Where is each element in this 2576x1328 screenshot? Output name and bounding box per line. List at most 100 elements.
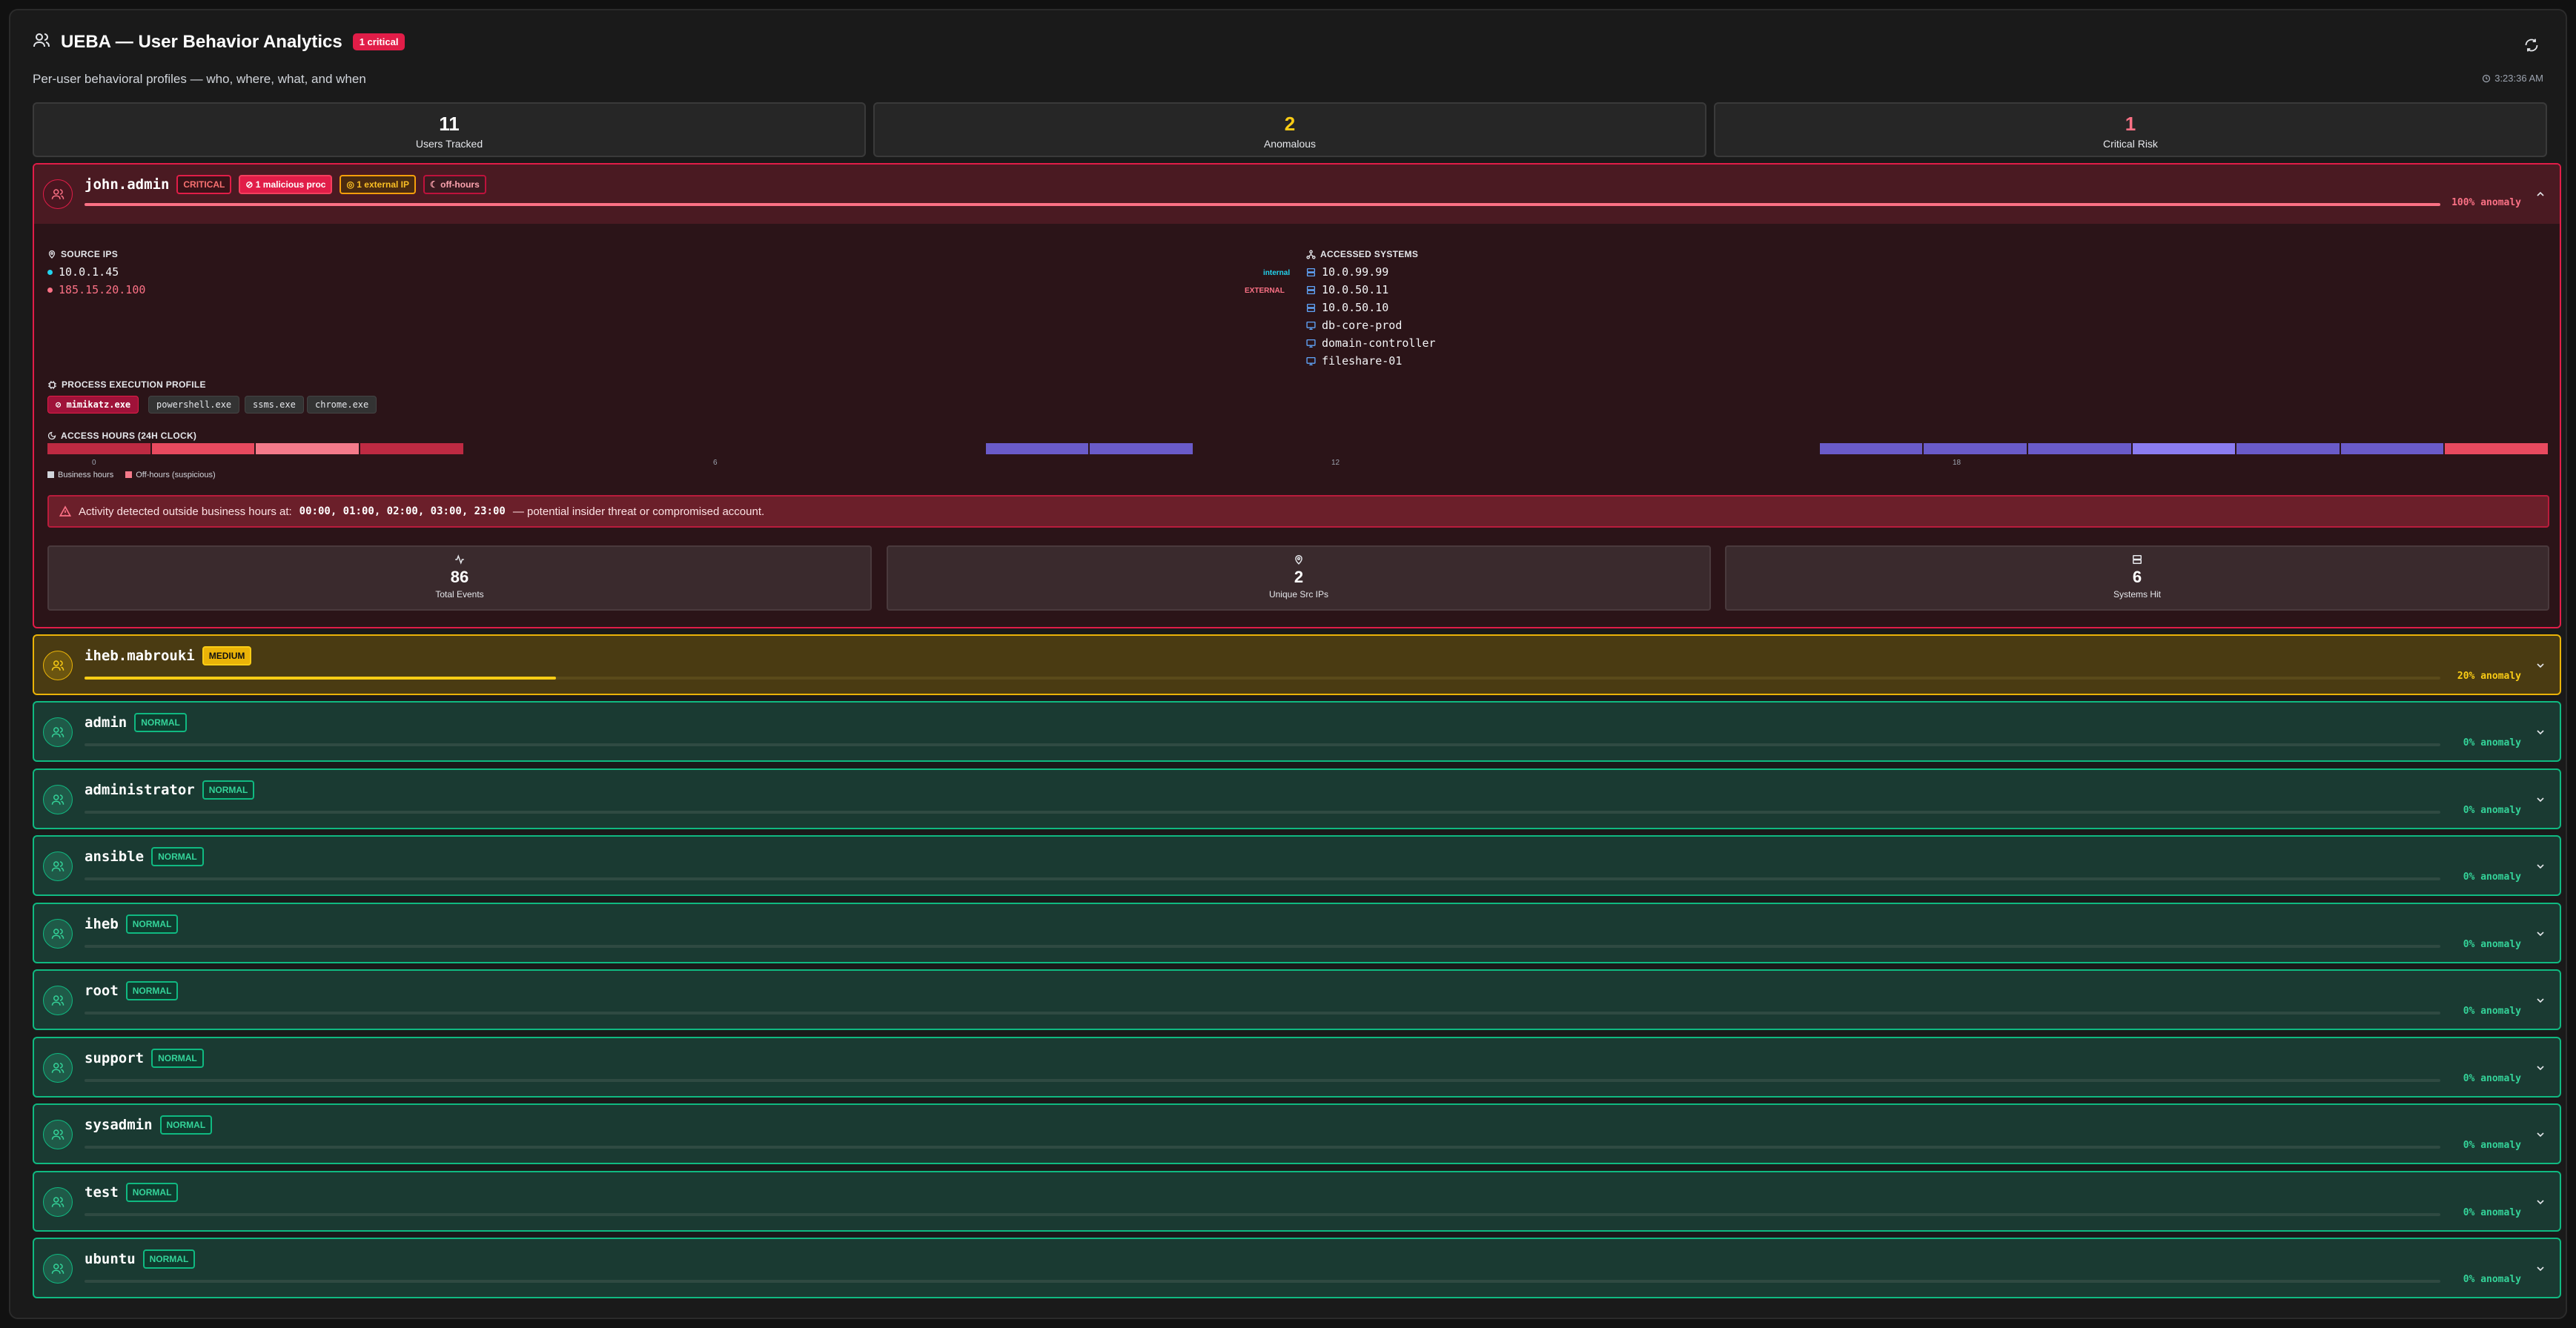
- users-icon: [51, 1196, 64, 1207]
- expand-button[interactable]: [2533, 993, 2548, 1008]
- monitor-icon: [1306, 339, 1316, 348]
- chevron-up-icon: [2537, 191, 2544, 196]
- system-name: fileshare-01: [1322, 354, 1403, 368]
- anomaly-bar: [85, 203, 2440, 206]
- process-name: mimikatz.exe: [66, 399, 131, 410]
- stat-label: Users Tracked: [415, 138, 483, 150]
- anomaly-percent: 20% anomaly: [2457, 671, 2521, 682]
- user-row-ansible[interactable]: ansible NORMAL 0% anomaly: [33, 835, 2561, 896]
- refresh-icon: [2525, 39, 2538, 52]
- source-ips-title: SOURCE IPS: [47, 249, 118, 259]
- system-name: domain-controller: [1322, 336, 1436, 350]
- process-profile-title-text: PROCESS EXECUTION PROFILE: [62, 379, 206, 390]
- system-name: 10.0.50.10: [1322, 301, 1389, 314]
- collapse-button[interactable]: [2533, 187, 2548, 202]
- username: iheb NORMAL: [85, 914, 179, 934]
- user-row-header[interactable]: [34, 165, 2560, 224]
- anomaly-percent: 0% anomaly: [2463, 1140, 2521, 1151]
- risk-badge: CRITICAL: [176, 175, 232, 194]
- anomaly-bar: [85, 743, 2440, 746]
- expand-button[interactable]: [2533, 792, 2548, 807]
- user-row-administrator[interactable]: administrator NORMAL 0% anomaly: [33, 768, 2561, 829]
- users-icon: [51, 727, 64, 737]
- stat-label: Anomalous: [1263, 138, 1317, 150]
- username-text: iheb.mabrouki: [85, 648, 195, 664]
- accessed-systems-title: ACCESSED SYSTEMS: [1306, 249, 1418, 259]
- hours-legend: Business hours Off-hours (suspicious): [47, 471, 216, 479]
- chevron-down-icon: [2537, 864, 2544, 869]
- expand-button[interactable]: [2533, 1127, 2548, 1142]
- username: administrator NORMAL: [85, 780, 255, 800]
- metric-value: 86: [450, 568, 469, 586]
- risk-badge: NORMAL: [125, 914, 179, 934]
- username-text: admin: [85, 714, 128, 731]
- user-avatar: [43, 784, 73, 814]
- expand-button[interactable]: [2533, 1195, 2548, 1209]
- anomaly-bar-fill: [85, 677, 556, 680]
- ip-address: 185.15.20.100: [59, 283, 146, 296]
- anomaly-bar: [85, 1146, 2440, 1149]
- hour-cell: [256, 443, 359, 454]
- alert-prefix: Activity detected outside business hours…: [79, 505, 292, 518]
- clock-icon: [2483, 74, 2491, 82]
- hour-tick: 12: [1331, 459, 1340, 467]
- username: root NORMAL: [85, 981, 179, 1000]
- risk-badge: NORMAL: [134, 713, 187, 732]
- risk-badge: NORMAL: [125, 1182, 179, 1202]
- expand-button[interactable]: [2533, 1060, 2548, 1075]
- timestamp: 3:23:36 AM: [2494, 73, 2543, 84]
- server-icon: [1306, 303, 1316, 312]
- malicious-proc-badge: ⊘ 1 malicious proc: [239, 175, 333, 194]
- username: ansible NORMAL: [85, 847, 204, 866]
- legend-business-text: Business hours: [58, 471, 114, 479]
- anomaly-percent: 0% anomaly: [2463, 1274, 2521, 1285]
- anomaly-bar: [85, 1078, 2440, 1082]
- cpu-icon: [48, 380, 56, 389]
- user-row-root[interactable]: root NORMAL 0% anomaly: [33, 969, 2561, 1030]
- risk-badge: NORMAL: [151, 1048, 204, 1068]
- expand-button[interactable]: [2533, 725, 2548, 740]
- user-avatar: [43, 918, 73, 949]
- risk-badge: NORMAL: [151, 847, 204, 866]
- legend-off-hours: Off-hours (suspicious): [125, 471, 216, 479]
- hour-cell: [2445, 443, 2548, 454]
- user-row-ubuntu[interactable]: ubuntu NORMAL 0% anomaly: [33, 1238, 2561, 1298]
- hour-cell: [2027, 443, 2131, 454]
- expand-button[interactable]: [2533, 1261, 2548, 1276]
- system-item: 10.0.50.11: [1306, 283, 1388, 296]
- process-chip: chrome.exe: [307, 396, 377, 414]
- process-chip: ssms.exe: [245, 396, 304, 414]
- expand-button[interactable]: [2533, 926, 2548, 941]
- moon-icon: [47, 431, 56, 440]
- anomaly-bar: [85, 944, 2440, 948]
- alert-suffix: — potential insider threat or compromise…: [512, 505, 765, 518]
- user-row-support[interactable]: support NORMAL 0% anomaly: [33, 1036, 2561, 1098]
- user-row-admin[interactable]: admin NORMAL 0% anomaly: [33, 701, 2561, 762]
- source-ips-title-text: SOURCE IPS: [61, 249, 119, 259]
- expand-button[interactable]: [2533, 859, 2548, 874]
- expand-button[interactable]: [2533, 658, 2548, 673]
- user-row-sysadmin[interactable]: sysadmin NORMAL 0% anomaly: [33, 1103, 2561, 1164]
- user-row-critical: john.admin CRITICAL ⊘ 1 malicious proc ◎…: [33, 163, 2561, 628]
- user-row-iheb[interactable]: iheb NORMAL 0% anomaly: [33, 902, 2561, 963]
- username-text: john.admin: [85, 176, 170, 193]
- legend-swatch: [125, 471, 133, 478]
- users-icon: [51, 189, 64, 199]
- source-ip-row: 10.0.1.45: [47, 265, 119, 279]
- user-avatar: [43, 1052, 73, 1083]
- anomaly-percent: 0% anomaly: [2463, 804, 2521, 816]
- status-dot: [47, 269, 53, 275]
- malicious-proc-text: 1 malicious proc: [255, 179, 326, 190]
- username: support NORMAL: [85, 1048, 204, 1068]
- user-row-medium[interactable]: iheb.mabrouki MEDIUM 20% anomaly: [33, 634, 2561, 695]
- hour-cell: [985, 443, 1089, 454]
- anomaly-bar: [85, 677, 2440, 680]
- anomaly-bar-fill: [85, 203, 2440, 206]
- activity-icon: [455, 554, 464, 565]
- users-icon: [51, 1264, 64, 1274]
- refresh-button[interactable]: [2521, 35, 2542, 56]
- user-row-test[interactable]: test NORMAL 0% anomaly: [33, 1170, 2561, 1232]
- users-icon: [51, 660, 64, 671]
- metric-unique-src-ips: 2 Unique Src IPs: [887, 545, 1711, 611]
- chevron-down-icon: [2537, 797, 2544, 802]
